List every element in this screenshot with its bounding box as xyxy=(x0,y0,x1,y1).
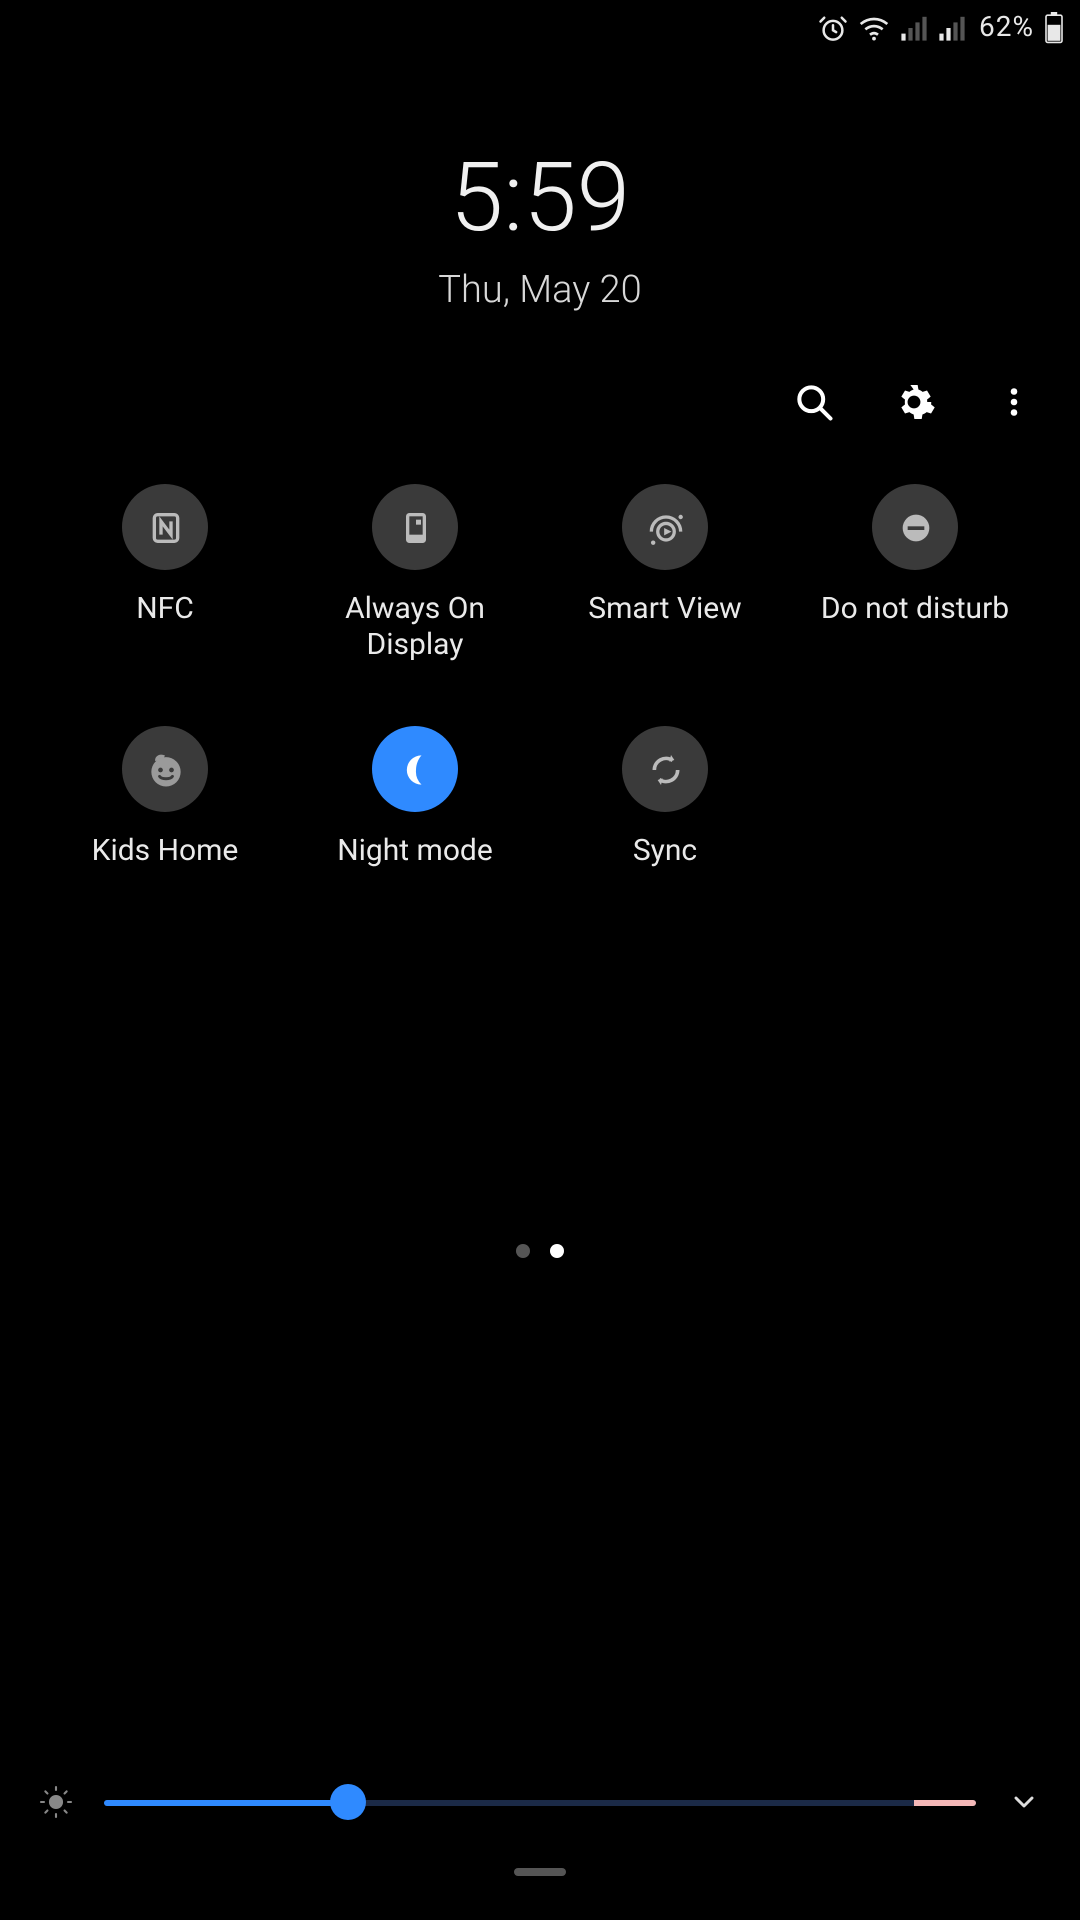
tile-always-on-display[interactable]: Always On Display xyxy=(290,484,540,662)
battery-percent: 62% xyxy=(979,12,1034,44)
quick-tiles-grid: NFC Always On Display Smart View Do not … xyxy=(0,484,1080,868)
tile-smart-view[interactable]: Smart View xyxy=(540,484,790,662)
tile-night-mode[interactable]: Night mode xyxy=(290,726,540,868)
tile-label: Kids Home xyxy=(92,832,239,868)
page-dot xyxy=(516,1244,530,1258)
more-button[interactable] xyxy=(988,376,1040,428)
dnd-icon xyxy=(872,484,958,570)
search-button[interactable] xyxy=(788,376,840,428)
clock-time: 5:59 xyxy=(0,140,1080,254)
kids-home-icon xyxy=(122,726,208,812)
brightness-row xyxy=(0,1782,1080,1822)
tile-label: Smart View xyxy=(588,590,741,626)
aod-icon xyxy=(372,484,458,570)
tile-nfc[interactable]: NFC xyxy=(40,484,290,662)
signal-1-icon xyxy=(899,14,927,42)
tile-label: NFC xyxy=(136,590,194,626)
clock-date: Thu, May 20 xyxy=(0,266,1080,312)
expand-button[interactable] xyxy=(1004,1782,1044,1822)
settings-button[interactable] xyxy=(888,376,940,428)
tile-label: Do not disturb xyxy=(821,590,1009,626)
sync-icon xyxy=(622,726,708,812)
tile-label: Always On Display xyxy=(305,590,525,662)
brightness-slider[interactable] xyxy=(104,1782,976,1822)
clock-block: 5:59 Thu, May 20 xyxy=(0,140,1080,312)
status-bar: 62% xyxy=(817,0,1080,56)
alarm-icon xyxy=(817,13,847,43)
signal-2-icon xyxy=(937,14,965,42)
battery-icon xyxy=(1044,12,1064,44)
tile-do-not-disturb[interactable]: Do not disturb xyxy=(790,484,1040,662)
tile-kids-home[interactable]: Kids Home xyxy=(40,726,290,868)
panel-actions xyxy=(788,376,1040,428)
tile-label: Night mode xyxy=(337,832,493,868)
night-mode-icon xyxy=(372,726,458,812)
tile-sync[interactable]: Sync xyxy=(540,726,790,868)
wifi-icon xyxy=(857,14,889,42)
brightness-icon[interactable] xyxy=(36,1782,76,1822)
nav-handle[interactable] xyxy=(514,1868,566,1876)
smart-view-icon xyxy=(622,484,708,570)
tile-label: Sync xyxy=(633,832,697,868)
nfc-icon xyxy=(122,484,208,570)
page-indicator[interactable] xyxy=(0,1244,1080,1258)
page-dot xyxy=(550,1244,564,1258)
